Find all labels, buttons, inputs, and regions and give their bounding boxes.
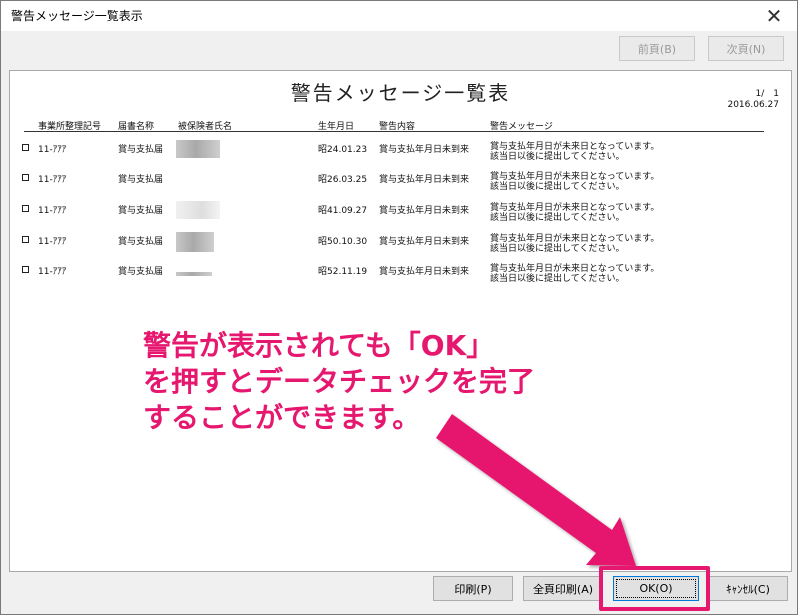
print-button[interactable]: 印刷(P) — [433, 576, 513, 601]
warning-message: 賞与支払年月日が未来日となっています。 該当日以後に提出してください。 — [490, 172, 659, 192]
annotation-line: を押すとデータチェックを完了 — [143, 365, 536, 398]
message-line: 該当日以後に提出してください。 — [490, 244, 625, 254]
message-line: 賞与支払年月日が未来日となっています。 — [490, 234, 660, 244]
message-line: 該当日以後に提出してください。 — [490, 274, 625, 284]
page-number: 1/ 1 — [755, 89, 780, 99]
row-checkbox[interactable] — [22, 144, 29, 151]
office-no: 11-ｱｱｱ — [38, 145, 67, 155]
form-name: 賞与支払届 — [118, 267, 164, 277]
warning-content: 賞与支払年月日未到来 — [379, 237, 470, 247]
form-name: 賞与支払届 — [118, 175, 164, 185]
table-row: 11-ｱｱｱ 賞与支払届 昭41.09.27 賞与支払年月日未到来 賞与支払年月… — [10, 201, 791, 231]
row-checkbox[interactable] — [22, 266, 29, 273]
office-no: 11-ｱｱｱ — [38, 267, 67, 277]
birth-date: 昭50.10.30 — [318, 237, 368, 247]
report-title: 警告メッセージ一覧表 — [290, 81, 511, 105]
message-line: 賞与支払年月日が未来日となっています。 — [490, 172, 660, 182]
annotation-line: 警告が表示されても「OK」 — [143, 329, 495, 362]
birth-date: 昭52.11.19 — [318, 267, 368, 277]
next-page-button[interactable]: 次頁(N) — [708, 36, 784, 61]
redacted-name — [176, 272, 212, 276]
redacted-name — [176, 232, 214, 252]
warning-content: 賞与支払年月日未到来 — [379, 206, 470, 216]
header-divider — [24, 131, 764, 132]
row-checkbox[interactable] — [22, 205, 29, 212]
warning-message-dialog: 警告メッセージ一覧表示 ✕ 前頁(B) 次頁(N) 警告メッセージ一覧表 1/ … — [0, 0, 798, 615]
birth-date: 昭24.01.23 — [318, 145, 368, 155]
ok-button[interactable]: OK(O) — [613, 576, 699, 601]
report-preview: 警告メッセージ一覧表 1/ 1 2016.06.27 事業所整理記号 届書名称 … — [9, 70, 792, 572]
message-line: 賞与支払年月日が未来日となっています。 — [490, 203, 660, 213]
report-date: 2016.06.27 — [727, 100, 779, 110]
prev-page-button[interactable]: 前頁(B) — [619, 36, 695, 61]
office-no: 11-ｱｱｱ — [38, 175, 67, 185]
warning-content: 賞与支払年月日未到来 — [379, 267, 470, 277]
message-line: 該当日以後に提出してください。 — [490, 213, 625, 223]
warning-content: 賞与支払年月日未到来 — [379, 175, 470, 185]
message-line: 該当日以後に提出してください。 — [490, 152, 625, 162]
title-bar: 警告メッセージ一覧表示 ✕ — [1, 1, 797, 31]
office-no: 11-ｱｱｱ — [38, 237, 67, 247]
form-name: 賞与支払届 — [118, 145, 164, 155]
redacted-name — [176, 201, 220, 219]
page-info: 1/ 1 2016.06.27 — [727, 89, 779, 111]
annotation-text: 警告が表示されても「OK」 を押すとデータチェックを完了 することができます。 — [143, 328, 535, 436]
office-no: 11-ｱｱｱ — [38, 206, 67, 216]
warning-message: 賞与支払年月日が未来日となっています。 該当日以後に提出してください。 — [490, 264, 659, 284]
warning-message: 賞与支払年月日が未来日となっています。 該当日以後に提出してください。 — [490, 234, 659, 254]
birth-date: 昭41.09.27 — [318, 206, 368, 216]
close-button[interactable]: ✕ — [751, 1, 797, 31]
window-title: 警告メッセージ一覧表示 — [11, 9, 143, 23]
redacted-name — [176, 140, 220, 158]
message-line: 該当日以後に提出してください。 — [490, 182, 625, 192]
table-row: 11-ｱｱｱ 賞与支払届 昭50.10.30 賞与支払年月日未到来 賞与支払年月… — [10, 232, 791, 262]
form-name: 賞与支払届 — [118, 206, 164, 216]
row-checkbox[interactable] — [22, 236, 29, 243]
warning-content: 賞与支払年月日未到来 — [379, 145, 470, 155]
message-line: 賞与支払年月日が未来日となっています。 — [490, 142, 660, 152]
annotation-line: することができます。 — [143, 401, 421, 434]
warning-message: 賞与支払年月日が未来日となっています。 該当日以後に提出してください。 — [490, 203, 659, 223]
close-icon: ✕ — [765, 4, 783, 28]
form-name: 賞与支払届 — [118, 237, 164, 247]
table-row: 11-ｱｱｱ 賞与支払届 昭52.11.19 賞与支払年月日未到来 賞与支払年月… — [10, 262, 791, 292]
message-line: 賞与支払年月日が未来日となっています。 — [490, 264, 660, 274]
birth-date: 昭26.03.25 — [318, 175, 368, 185]
cancel-button[interactable]: ｷｬﾝｾﾙ(C) — [708, 576, 788, 601]
print-all-button[interactable]: 全頁印刷(A) — [523, 576, 603, 601]
table-row: 11-ｱｱｱ 賞与支払届 昭26.03.25 賞与支払年月日未到来 賞与支払年月… — [10, 170, 791, 200]
table-row: 11-ｱｱｱ 賞与支払届 昭24.01.23 賞与支払年月日未到来 賞与支払年月… — [10, 140, 791, 170]
row-checkbox[interactable] — [22, 174, 29, 181]
warning-message: 賞与支払年月日が未来日となっています。 該当日以後に提出してください。 — [490, 142, 659, 162]
